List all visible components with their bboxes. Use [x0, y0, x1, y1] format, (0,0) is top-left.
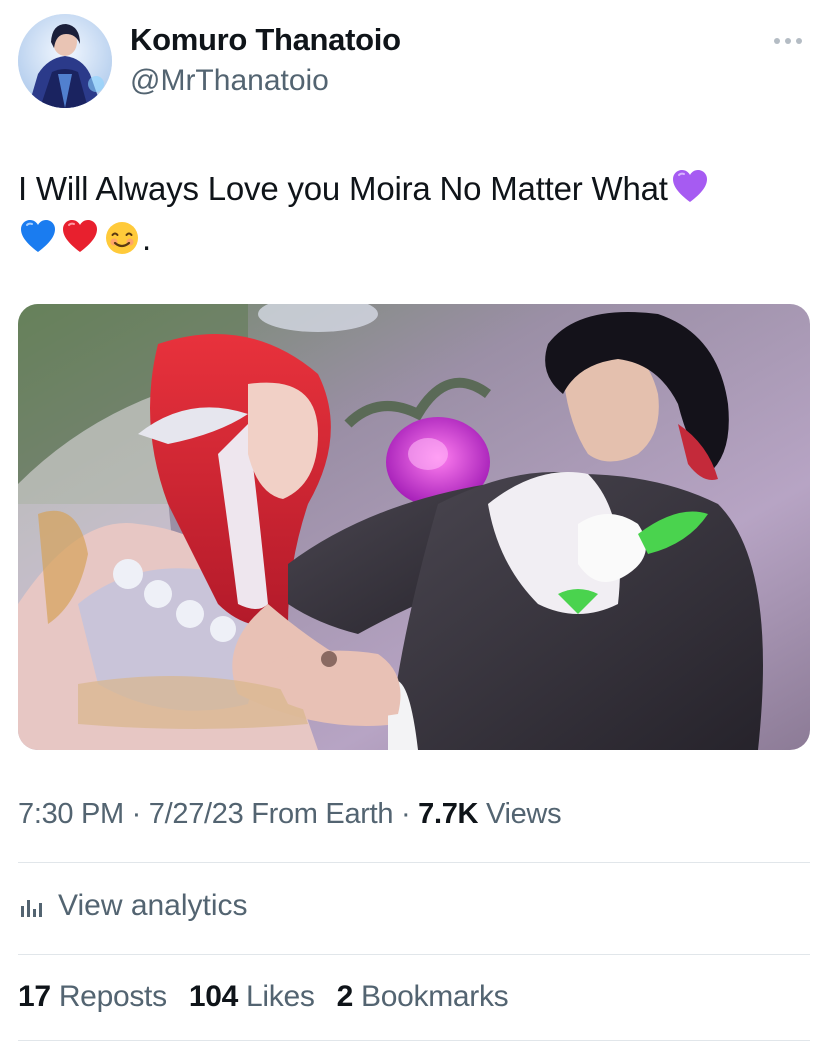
tweet-time[interactable]: 7:30 PM — [18, 798, 124, 830]
view-analytics-button[interactable]: View analytics — [18, 884, 248, 928]
bookmarks-stat[interactable]: 2 Bookmarks — [337, 980, 509, 1013]
tweet-media-image[interactable] — [18, 304, 810, 750]
blue-heart-icon — [18, 217, 58, 257]
tweet-stats: 17 Reposts 104 Likes 2 Bookmarks — [18, 980, 522, 1014]
more-options-icon[interactable] — [768, 26, 808, 56]
divider — [18, 862, 810, 863]
tweet-meta: 7:30 PM · 7/27/23 From Earth · 7.7K View… — [18, 798, 562, 831]
bookmarks-count: 2 — [336, 980, 354, 1013]
views-label: Views — [478, 798, 562, 830]
meta-separator: · — [123, 798, 149, 830]
reposts-count: 17 — [18, 980, 51, 1013]
reposts-stat[interactable]: 17 Reposts — [18, 980, 167, 1013]
divider — [18, 954, 810, 955]
tweet-date[interactable]: 7/27/23 — [149, 798, 244, 830]
analytics-icon — [21, 900, 42, 917]
author-handle[interactable]: @MrThanatoio — [130, 64, 329, 98]
red-heart-icon — [60, 217, 100, 257]
tweet-header: Komuro Thanatoio @MrThanatoio — [0, 0, 828, 120]
avatar[interactable] — [18, 14, 112, 108]
tweet-text-content: I Will Always Love you Moira No Matter W… — [18, 170, 668, 207]
tweet-text-line-1: I Will Always Love you Moira No Matter W… — [18, 164, 808, 214]
reposts-label: Reposts — [50, 980, 167, 1013]
views-count: 7.7K — [418, 798, 479, 830]
dot — [774, 38, 780, 44]
view-analytics-label: View analytics — [58, 889, 248, 922]
bookmarks-label: Bookmarks — [353, 980, 509, 1013]
tweet-text: I Will Always Love you Moira No Matter W… — [18, 164, 808, 264]
avatar-image — [18, 14, 112, 108]
smiling-face-icon — [102, 217, 142, 257]
purple-heart-icon — [670, 167, 710, 207]
likes-label: Likes — [237, 980, 315, 1013]
likes-stat[interactable]: 104 Likes — [189, 980, 315, 1013]
likes-count: 104 — [188, 980, 238, 1013]
wedding-image — [18, 304, 810, 750]
tweet-text-line-2: . — [18, 214, 808, 264]
author-display-name[interactable]: Komuro Thanatoio — [130, 22, 401, 58]
tweet-source: From Earth — [243, 798, 394, 830]
meta-separator: · — [393, 798, 419, 830]
tweet-text-period: . — [142, 220, 151, 257]
dot — [796, 38, 802, 44]
divider — [18, 1040, 810, 1041]
dot — [785, 38, 791, 44]
